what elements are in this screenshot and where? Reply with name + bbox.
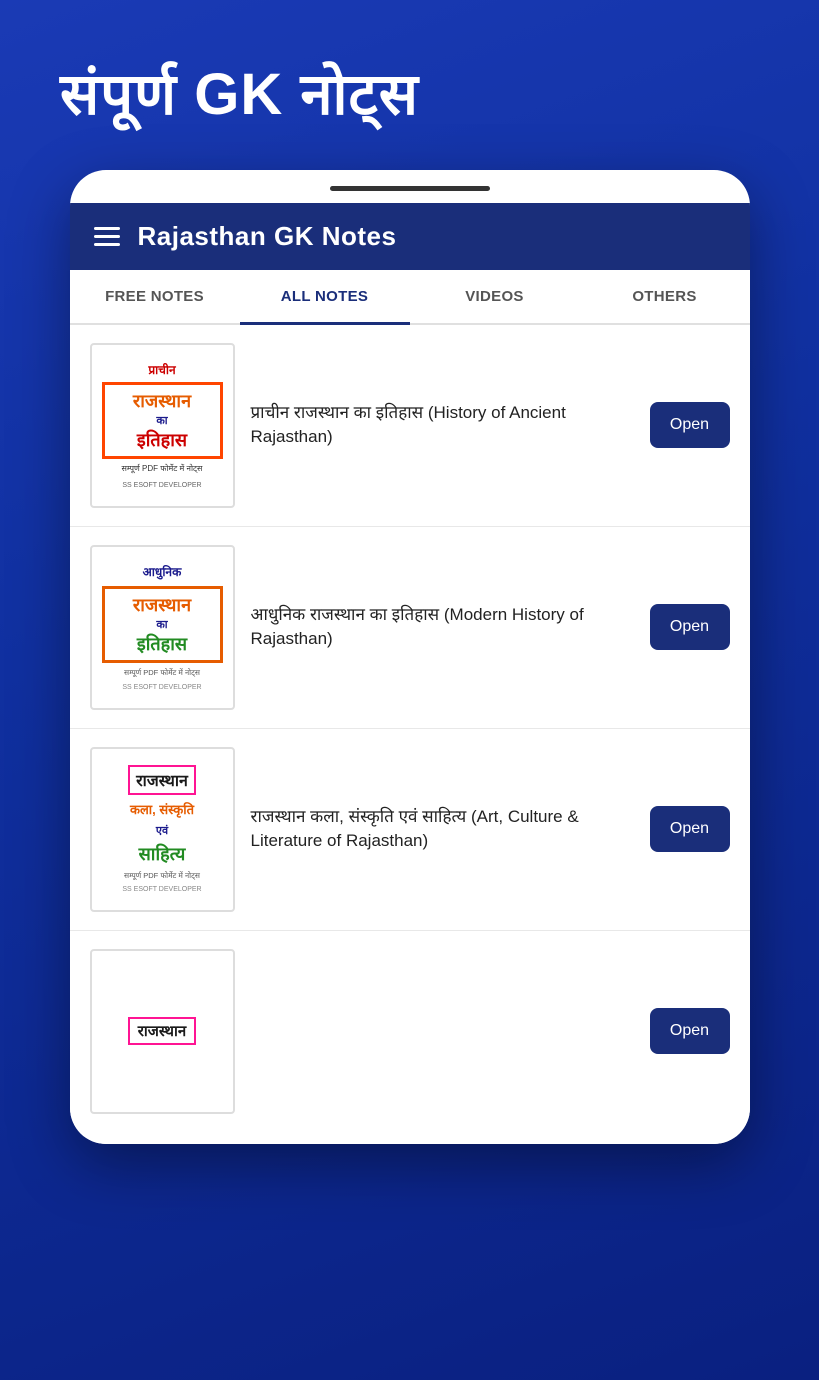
menu-icon[interactable] [94,227,120,246]
note-thumbnail-4: राजस्थान [90,949,235,1114]
list-item: राजस्थान कला, संस्कृति एवं साहित्य सम्पू… [70,729,750,931]
tab-others[interactable]: OTHERS [580,270,750,323]
note-info-1: प्राचीन राजस्थान का इतिहास (History of A… [251,401,634,449]
tab-free-notes[interactable]: FREE NOTES [70,270,240,323]
page-title: संपूर्ण GK नोट्स [0,0,819,170]
note-info-2: आधुनिक राजस्थान का इतिहास (Modern Histor… [251,603,634,651]
note-thumbnail-3: राजस्थान कला, संस्कृति एवं साहित्य सम्पू… [90,747,235,912]
note-title-1: प्राचीन राजस्थान का इतिहास (History of A… [251,401,634,449]
open-button-4[interactable]: Open [650,1008,730,1054]
note-title-2: आधुनिक राजस्थान का इतिहास (Modern Histor… [251,603,634,651]
note-thumbnail-1: प्राचीन राजस्थान का इतिहास सम्पूर्ण PDF … [90,343,235,508]
note-title-3: राजस्थान कला, संस्कृति एवं साहित्य (Art,… [251,805,634,853]
phone-notch [330,186,490,191]
open-button-1[interactable]: Open [650,402,730,448]
list-item: प्राचीन राजस्थान का इतिहास सम्पूर्ण PDF … [70,325,750,527]
notes-list: प्राचीन राजस्थान का इतिहास सम्पूर्ण PDF … [70,325,750,1144]
app-title: Rajasthan GK Notes [138,221,397,252]
tab-videos[interactable]: VIDEOS [410,270,580,323]
tab-bar: FREE NOTES ALL NOTES VIDEOS OTHERS [70,270,750,325]
note-thumbnail-2: आधुनिक राजस्थान का इतिहास सम्पूर्ण PDF फ… [90,545,235,710]
open-button-2[interactable]: Open [650,604,730,650]
list-item: आधुनिक राजस्थान का इतिहास सम्पूर्ण PDF फ… [70,527,750,729]
note-info-3: राजस्थान कला, संस्कृति एवं साहित्य (Art,… [251,805,634,853]
list-item: राजस्थान Open [70,931,750,1144]
open-button-3[interactable]: Open [650,806,730,852]
tab-all-notes[interactable]: ALL NOTES [240,270,410,323]
app-header: Rajasthan GK Notes [70,203,750,270]
phone-mockup: Rajasthan GK Notes FREE NOTES ALL NOTES … [70,170,750,1144]
